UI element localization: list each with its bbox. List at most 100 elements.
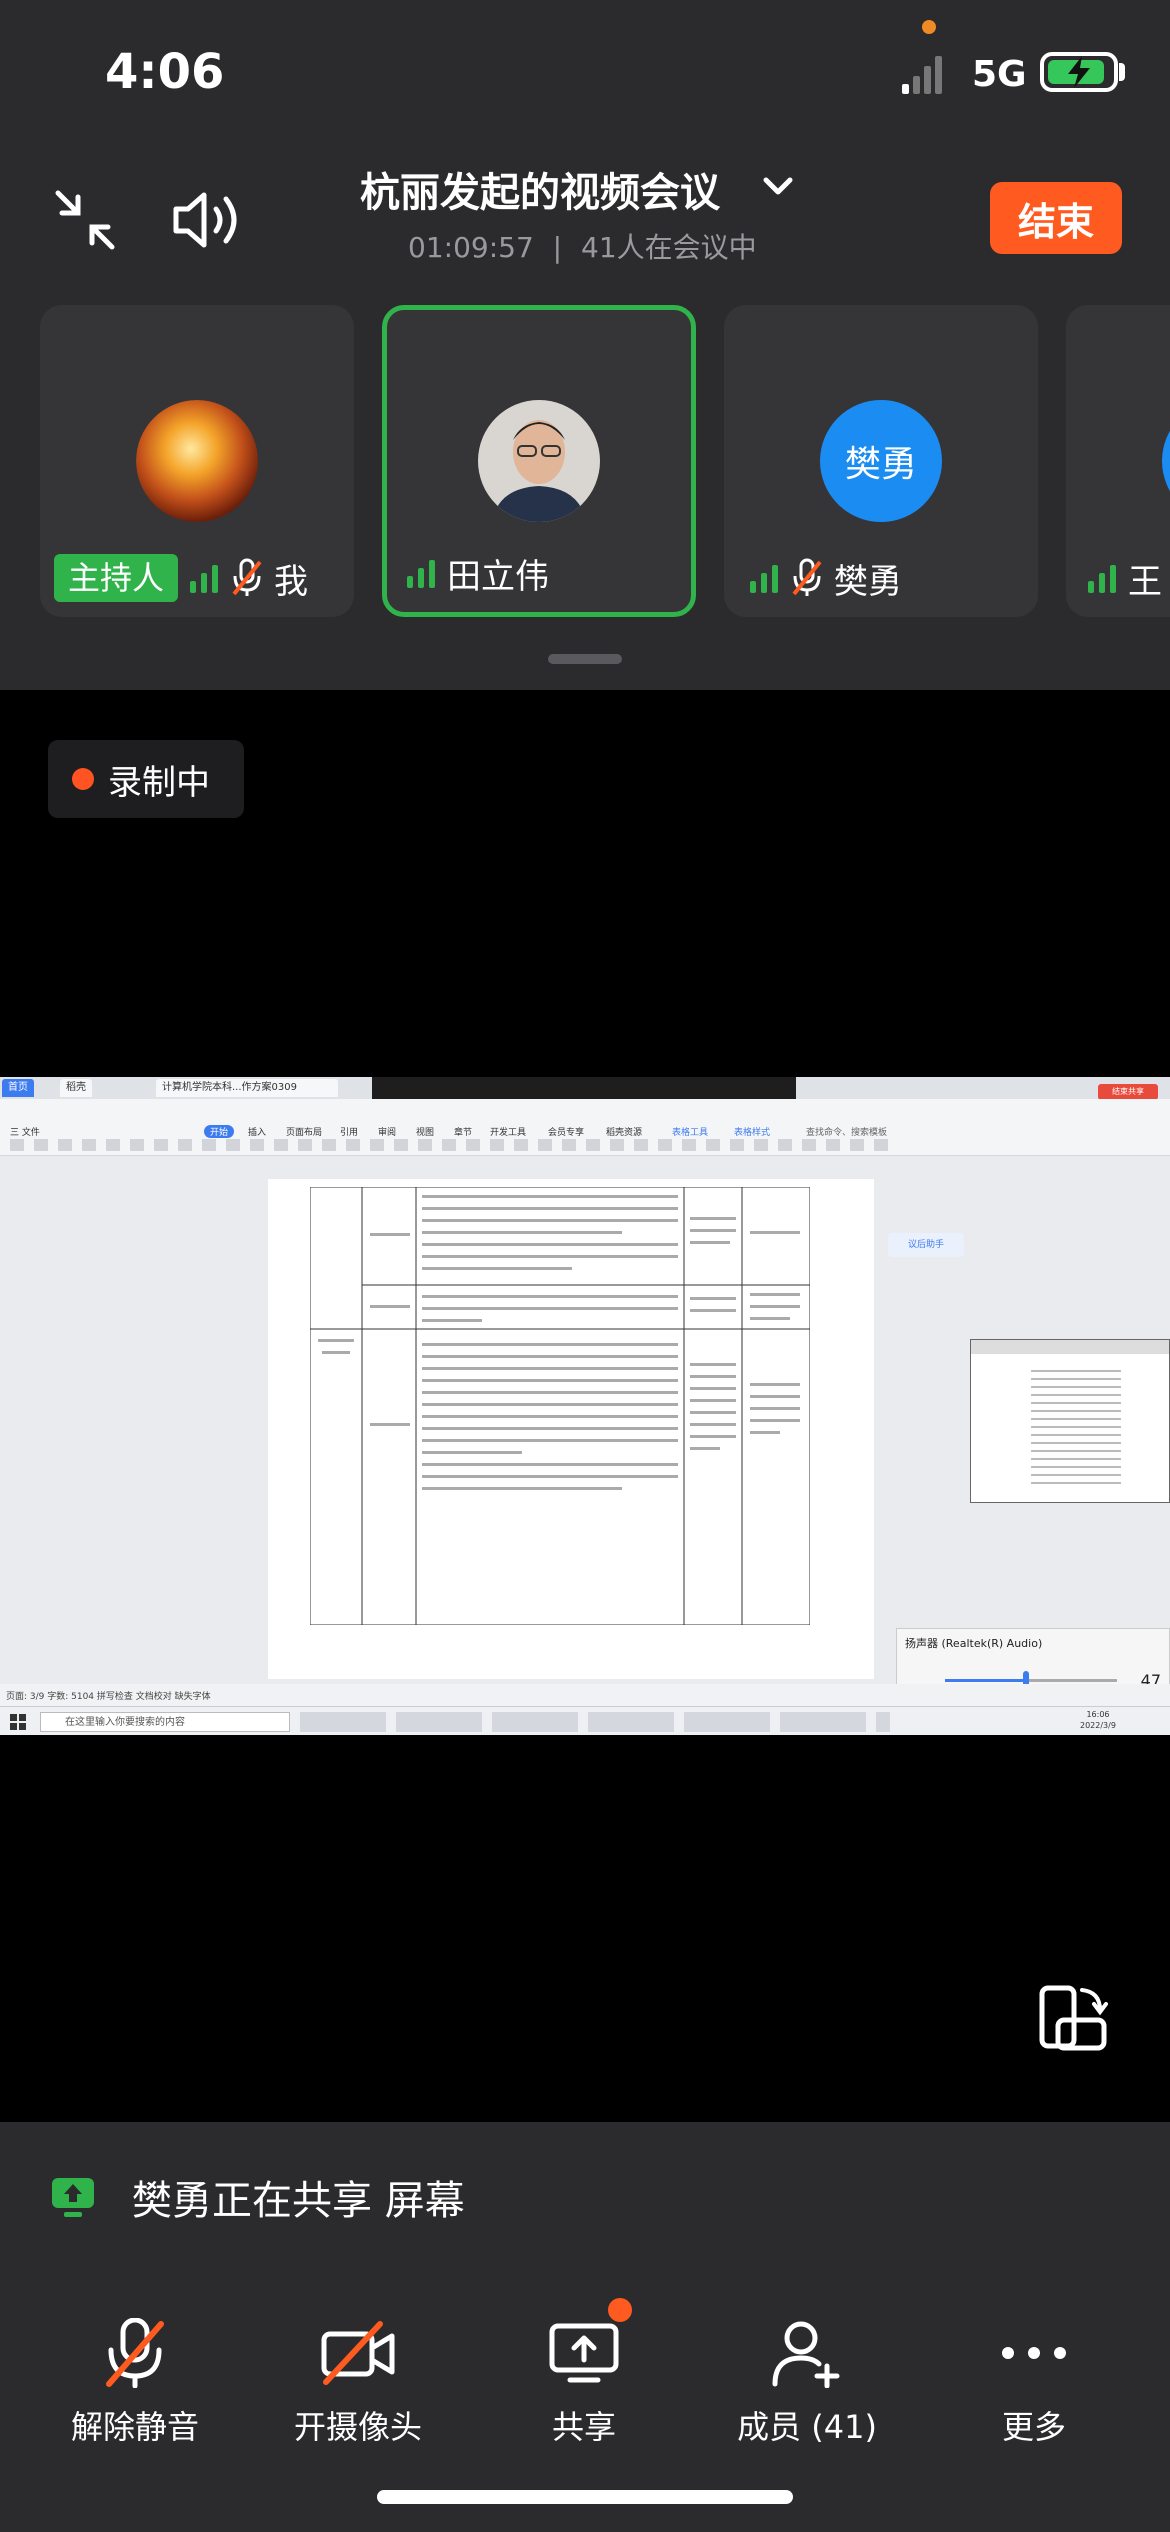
menu-table-style[interactable]: 表格样式 — [734, 1125, 770, 1138]
tile-footer: 主持人 我 — [54, 553, 308, 603]
document-status-text: 页面: 3/9 字数: 5104 拼写检查 文档校对 缺失字体 — [6, 1692, 211, 1702]
participant-count: 41人在会议中 — [581, 231, 757, 264]
windows-taskbar: 在这里输入你要搜索的内容 16:06 2022/3/9 — [0, 1706, 1170, 1735]
members-label: 成员 (41) — [737, 2408, 877, 2446]
collapse-window-icon[interactable] — [50, 185, 120, 255]
charging-icon — [1068, 56, 1090, 88]
menu-chapter[interactable]: 章节 — [454, 1125, 472, 1138]
mic-muted-icon — [106, 2318, 164, 2388]
share-notice: 樊勇正在共享 屏幕 — [50, 2168, 465, 2226]
screen-share-icon — [52, 2178, 94, 2217]
share-notice-text: 樊勇正在共享 屏幕 — [132, 2168, 465, 2226]
mic-muted-icon — [792, 558, 822, 596]
presenter-thumbnail — [970, 1339, 1170, 1503]
menu-home[interactable]: 开始 — [204, 1125, 235, 1138]
camera-off-icon — [321, 2321, 395, 2385]
tile-footer: 田立伟 — [405, 548, 549, 598]
menu-member[interactable]: 会员专享 — [548, 1125, 584, 1138]
windows-start-icon[interactable] — [10, 1714, 26, 1730]
stop-share-button[interactable]: 结束共享 — [1098, 1084, 1158, 1100]
menu-layout[interactable]: 页面布局 — [286, 1125, 322, 1138]
clock-time: 16:06 — [1086, 1710, 1110, 1719]
taskbar-search[interactable]: 在这里输入你要搜索的内容 — [40, 1712, 290, 1732]
network-type: 5G — [972, 54, 1027, 95]
camera-label: 开摄像头 — [293, 2408, 422, 2446]
share-button[interactable]: 共享 — [484, 2318, 684, 2448]
drag-handle[interactable] — [548, 654, 622, 664]
record-dot-icon — [72, 768, 94, 790]
status-time: 4:06 — [105, 44, 225, 100]
menu-insert[interactable]: 插入 — [248, 1125, 266, 1138]
tab-home[interactable]: 首页 — [2, 1079, 34, 1097]
document-statusbar: 页面: 3/9 字数: 5104 拼写检查 文档校对 缺失字体 — [0, 1684, 1170, 1706]
audio-level-icon — [750, 565, 778, 593]
unmute-label: 解除静音 — [70, 2408, 199, 2446]
meeting-duration: 01:09:57 — [408, 231, 534, 264]
members-button[interactable]: 成员 (41) — [707, 2318, 907, 2448]
speaker-icon[interactable] — [168, 185, 248, 255]
camera-button[interactable]: 开摄像头 — [258, 2318, 458, 2448]
avatar — [478, 400, 600, 522]
recording-label: 录制中 — [108, 762, 210, 803]
meeting-title[interactable]: 杭丽发起的视频会议 — [360, 160, 720, 218]
audio-level-icon — [190, 565, 219, 593]
participant-name: 我 — [274, 561, 309, 602]
avatar — [136, 400, 258, 522]
mic-in-use-indicator — [922, 20, 936, 34]
taskbar-clock: 16:06 2022/3/9 — [1080, 1709, 1116, 1731]
signal-icon — [902, 56, 942, 94]
clock-date: 2022/3/9 — [1080, 1721, 1116, 1730]
document-table — [310, 1187, 810, 1625]
menu-review[interactable]: 审阅 — [378, 1125, 396, 1138]
participant-name: 田立伟 — [447, 556, 549, 597]
volume-slider[interactable] — [945, 1671, 1117, 1689]
home-indicator[interactable] — [377, 2490, 793, 2504]
end-meeting-button[interactable]: 结束 — [990, 182, 1122, 254]
shared-screen[interactable]: 首页 稻壳 计算机学院本科...作方案0309 结束共享 三 文件 开始 插入 … — [0, 1077, 1170, 1735]
separator: | — [552, 231, 563, 264]
unmute-button[interactable]: 解除静音 — [35, 2318, 235, 2448]
tab-document[interactable]: 计算机学院本科...作方案0309 — [156, 1079, 338, 1097]
participant-tile-fanyong[interactable]: 樊勇 樊勇 — [724, 305, 1038, 617]
menu-developer[interactable]: 开发工具 — [490, 1125, 526, 1138]
menu-table-tools[interactable]: 表格工具 — [672, 1125, 708, 1138]
participant-name: 樊勇 — [834, 561, 902, 602]
participant-tile-tianliwei[interactable]: 田立伟 — [382, 305, 696, 617]
meeting-subtitle: 01:09:57 | 41人在会议中 — [408, 226, 757, 266]
add-member-icon — [772, 2321, 840, 2388]
tile-footer: 樊勇 — [748, 553, 902, 603]
share-label: 共享 — [551, 2408, 616, 2446]
share-screen-icon — [549, 2323, 619, 2383]
menu-reference[interactable]: 引用 — [340, 1125, 358, 1138]
meeting-assistant-button[interactable]: 议后助手 — [888, 1233, 964, 1257]
battery-tip — [1119, 63, 1125, 81]
menu-resources[interactable]: 稻壳资源 — [606, 1125, 642, 1138]
more-label: 更多 — [1001, 2408, 1066, 2446]
host-badge: 主持人 — [54, 554, 179, 602]
avatar: 樊勇 — [820, 400, 942, 522]
recording-indicator[interactable]: 录制中 — [48, 740, 244, 818]
mic-muted-icon — [232, 558, 262, 596]
participant-tile-me[interactable]: 主持人 我 — [40, 305, 354, 617]
menu-view[interactable]: 视图 — [416, 1125, 434, 1138]
rotate-screen-icon[interactable] — [1034, 1982, 1110, 2058]
audio-level-icon — [407, 560, 435, 588]
share-status: 正在共享 屏幕 — [212, 2178, 465, 2224]
taskbar-apps[interactable] — [300, 1712, 890, 1732]
volume-device: 扬声器 (Realtek(R) Audio) — [905, 1637, 1043, 1650]
ribbon-toolbar: 三 文件 开始 插入 页面布局 引用 审阅 视图 章节 开发工具 会员专享 稻壳… — [0, 1099, 1170, 1156]
participant-tile-wang[interactable]: 王 — [1066, 305, 1170, 617]
chevron-down-icon[interactable] — [760, 168, 796, 204]
tile-footer: 王 — [1086, 553, 1162, 603]
avatar — [1162, 400, 1170, 522]
participant-name: 王 — [1128, 561, 1162, 602]
more-button[interactable]: 更多 — [934, 2318, 1134, 2448]
menu-file[interactable]: 三 文件 — [10, 1125, 40, 1138]
tab-docer[interactable]: 稻壳 — [60, 1079, 92, 1097]
ribbon-buttons — [10, 1139, 890, 1151]
avatar-initials: 樊勇 — [844, 444, 917, 485]
command-search[interactable]: 查找命令、搜索模板 — [806, 1125, 887, 1138]
more-icon — [1002, 2347, 1066, 2359]
share-notification-badge — [608, 2298, 632, 2322]
audio-level-icon — [1088, 565, 1116, 593]
